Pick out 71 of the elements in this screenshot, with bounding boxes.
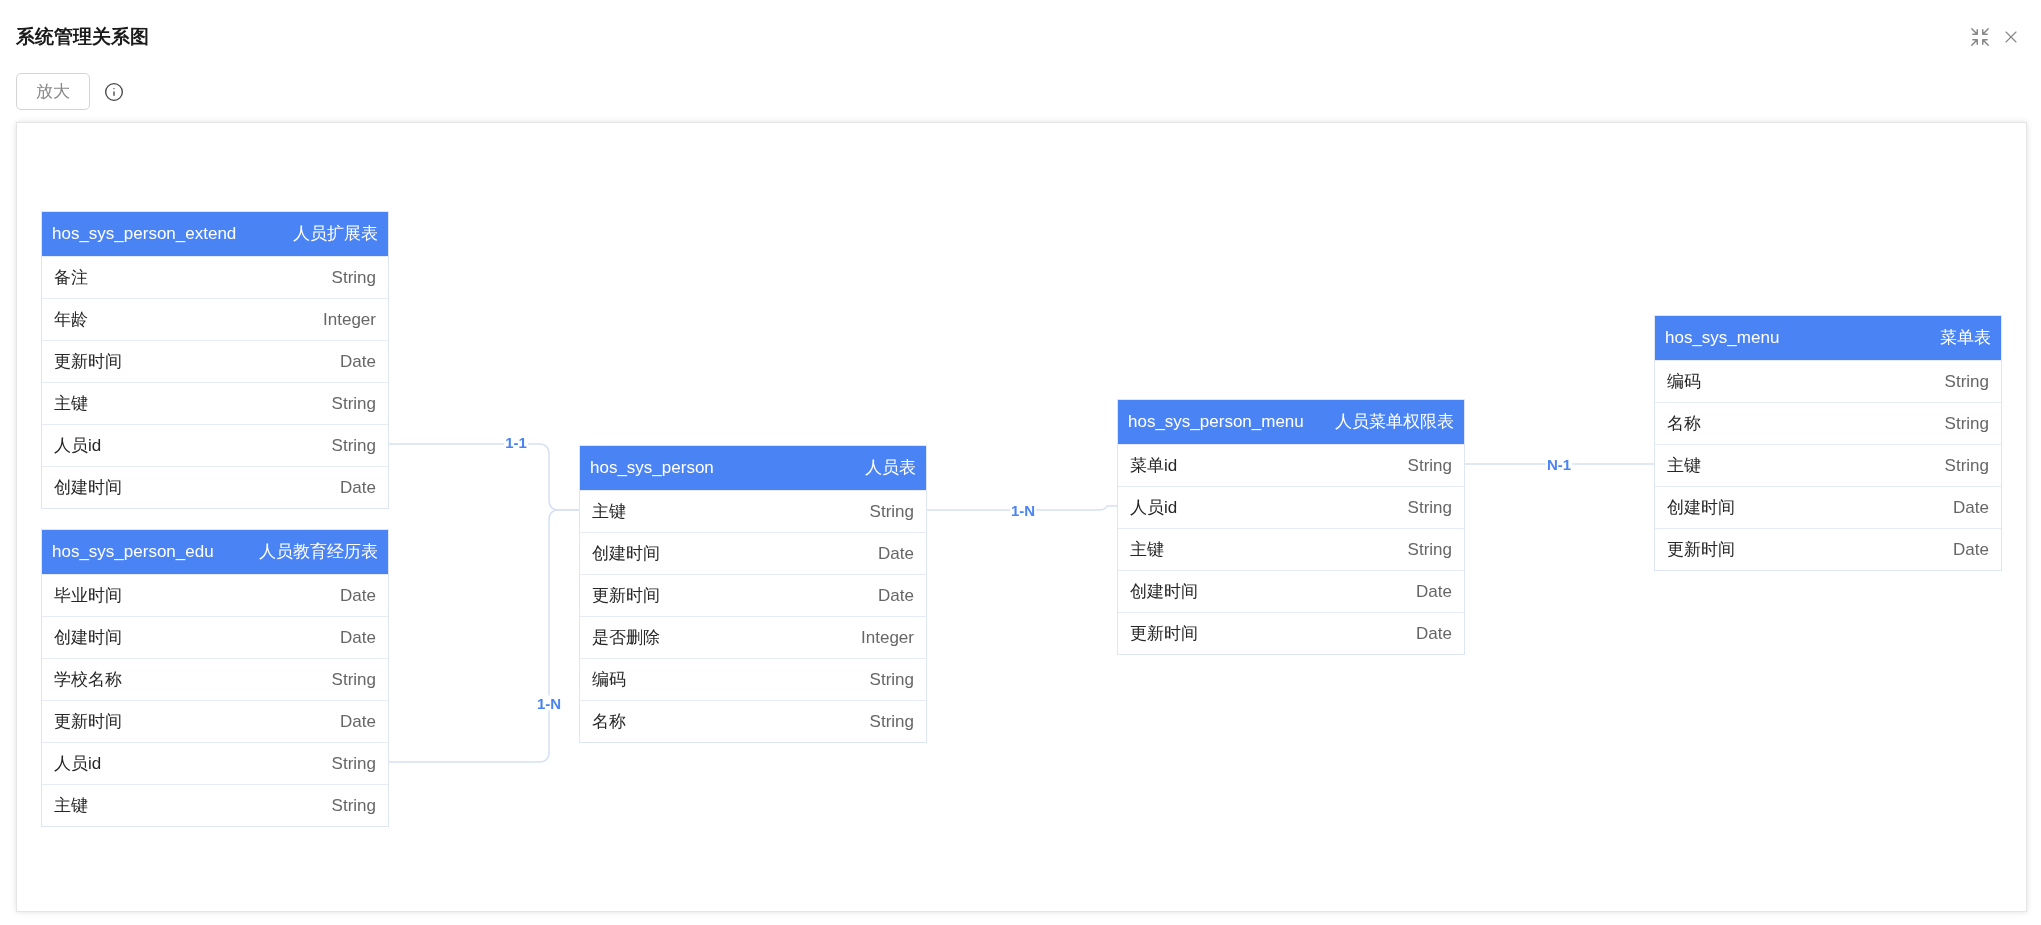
field-type: String xyxy=(1407,538,1452,561)
field-name: 创建时间 xyxy=(1130,580,1198,603)
field-type: String xyxy=(331,752,376,775)
field-name: 主键 xyxy=(1130,538,1164,561)
relation-label: 1-N xyxy=(535,695,563,711)
field-type: Integer xyxy=(861,626,914,649)
field-name: 创建时间 xyxy=(54,626,122,649)
field-name: 创建时间 xyxy=(54,476,122,499)
field-type: Date xyxy=(878,584,914,607)
field-type: String xyxy=(1944,454,1989,477)
zoom-button[interactable]: 放大 xyxy=(16,73,90,110)
field-name: 更新时间 xyxy=(1667,538,1735,561)
field-type: Date xyxy=(340,710,376,733)
field-name: 人员id xyxy=(54,752,102,775)
field-type: Date xyxy=(878,542,914,565)
field-name: 编码 xyxy=(592,668,626,691)
field-name: 人员id xyxy=(54,434,102,457)
field-name: 主键 xyxy=(54,392,88,415)
field-type: Date xyxy=(340,350,376,373)
field-type: String xyxy=(331,266,376,289)
field-type: String xyxy=(869,710,914,733)
field-name: 更新时间 xyxy=(54,350,122,373)
field-name: 主键 xyxy=(1667,454,1701,477)
field-type: Date xyxy=(1953,496,1989,519)
field-type: String xyxy=(1407,496,1452,519)
field-type: String xyxy=(869,500,914,523)
table-name: hos_sys_person_extend xyxy=(52,223,237,246)
field-type: String xyxy=(869,668,914,691)
field-name: 年龄 xyxy=(54,308,88,331)
field-type: String xyxy=(331,794,376,817)
field-name: 菜单id xyxy=(1130,454,1178,477)
field-name: 主键 xyxy=(592,500,626,523)
field-type: String xyxy=(331,392,376,415)
table-name: hos_sys_person_edu xyxy=(52,541,214,564)
field-name: 编码 xyxy=(1667,370,1701,393)
field-name: 创建时间 xyxy=(1667,496,1735,519)
table-label: 人员菜单权限表 xyxy=(1335,411,1454,434)
info-icon[interactable] xyxy=(104,81,124,102)
field-type: Date xyxy=(1416,622,1452,645)
field-name: 备注 xyxy=(54,266,88,289)
field-name: 更新时间 xyxy=(54,710,122,733)
table-name: hos_sys_menu xyxy=(1665,327,1780,350)
field-type: String xyxy=(1944,370,1989,393)
field-name: 更新时间 xyxy=(592,584,660,607)
field-name: 是否删除 xyxy=(592,626,660,649)
field-type: Date xyxy=(340,584,376,607)
field-type: String xyxy=(1407,454,1452,477)
field-type: String xyxy=(331,668,376,691)
dialog-title: 系统管理关系图 xyxy=(16,24,149,49)
field-type: String xyxy=(1944,412,1989,435)
field-type: Integer xyxy=(323,308,376,331)
field-name: 人员id xyxy=(1130,496,1178,519)
field-name: 名称 xyxy=(1667,412,1701,435)
table-name: hos_sys_person_menu xyxy=(1128,411,1304,434)
table-label: 人员扩展表 xyxy=(293,223,378,246)
field-name: 创建时间 xyxy=(592,542,660,565)
field-name: 毕业时间 xyxy=(54,584,122,607)
table-name: hos_sys_person xyxy=(590,457,714,480)
field-type: String xyxy=(331,434,376,457)
field-name: 更新时间 xyxy=(1130,622,1198,645)
field-type: Date xyxy=(340,626,376,649)
field-name: 名称 xyxy=(592,710,626,733)
field-name: 学校名称 xyxy=(54,668,122,691)
table-label: 菜单表 xyxy=(1940,327,1991,350)
table-label: 人员表 xyxy=(865,457,916,480)
table-label: 人员教育经历表 xyxy=(259,541,378,564)
collapse-icon[interactable] xyxy=(1969,26,1991,48)
field-type: Date xyxy=(1416,580,1452,603)
field-type: Date xyxy=(340,476,376,499)
field-name: 主键 xyxy=(54,794,88,817)
field-type: Date xyxy=(1953,538,1989,561)
